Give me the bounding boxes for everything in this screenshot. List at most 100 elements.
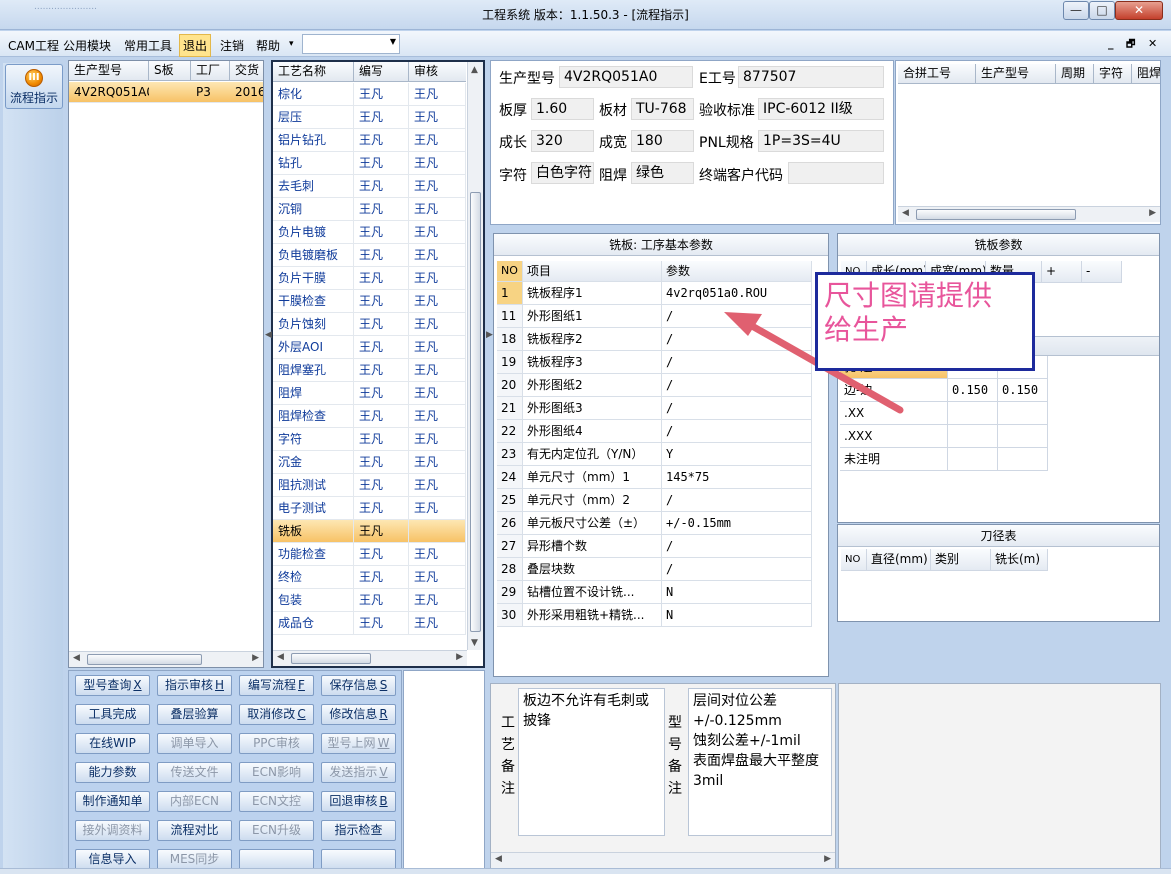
pnl-field[interactable]: 1P=3S=4U xyxy=(758,130,884,152)
param-item[interactable]: 单元尺寸（mm）1 xyxy=(523,466,662,489)
action-button[interactable]: 调单导入 xyxy=(157,733,232,754)
menu-help[interactable]: 帮助 xyxy=(254,36,282,55)
orders-col-factory[interactable]: 工厂 xyxy=(191,61,230,81)
action-button[interactable]: 修改信息 R xyxy=(321,704,396,725)
action-button[interactable]: PPC审核 xyxy=(239,733,314,754)
tol-label[interactable]: 边-边 xyxy=(840,379,948,402)
orders-col-date[interactable]: 交货 xyxy=(230,61,263,81)
param-item[interactable]: 铣板程序2 xyxy=(523,328,662,351)
param-item[interactable]: 单元板尺寸公差（±） xyxy=(523,512,662,535)
mdi-restore-icon[interactable]: 🗗 xyxy=(1126,37,1135,54)
action-button[interactable]: 发送指示 V xyxy=(321,762,396,783)
param-item[interactable]: 外形图纸3 xyxy=(523,397,662,420)
param-value[interactable]: / xyxy=(662,420,812,443)
param-no[interactable]: 28 xyxy=(497,558,523,581)
combine-hscroll[interactable]: ◀ ▶ xyxy=(898,206,1160,222)
steps-row[interactable]: 层压 王凡 王凡 xyxy=(273,106,466,129)
menu-cam[interactable]: CAM工程 xyxy=(6,36,61,55)
param-no[interactable]: 29 xyxy=(497,581,523,604)
steps-hscroll-thumb[interactable] xyxy=(291,653,371,664)
param-value[interactable]: Y xyxy=(662,443,812,466)
tol-value-b[interactable] xyxy=(998,402,1048,425)
param-value[interactable]: N xyxy=(662,604,812,627)
param-item[interactable]: 单元尺寸（mm）2 xyxy=(523,489,662,512)
orders-hscroll-thumb[interactable] xyxy=(87,654,202,665)
param-item[interactable]: 外形图纸2 xyxy=(523,374,662,397)
action-button[interactable]: 保存信息 S xyxy=(321,675,396,696)
steps-row[interactable]: 终检 王凡 王凡 xyxy=(273,566,466,589)
action-button[interactable]: 制作通知单 xyxy=(75,791,150,812)
scroll-right-icon[interactable]: ▶ xyxy=(252,653,259,663)
param-value[interactable]: N xyxy=(662,581,812,604)
action-button[interactable]: ECN文控 xyxy=(239,791,314,812)
e-no-field[interactable]: 877507 xyxy=(738,66,884,88)
steps-row[interactable]: 去毛刺 王凡 王凡 xyxy=(273,175,466,198)
param-no[interactable]: 21 xyxy=(497,397,523,420)
menu-combo[interactable]: ▼ xyxy=(302,34,400,54)
menu-common-modules[interactable]: 公用模块 xyxy=(61,36,113,55)
steps-row[interactable]: 负片蚀刻 王凡 王凡 xyxy=(273,313,466,336)
steps-row[interactable]: 铣板 王凡 xyxy=(273,520,466,543)
param-value[interactable]: / xyxy=(662,351,812,374)
param-no[interactable]: 30 xyxy=(497,604,523,627)
notes-hscroll[interactable]: ◀ ▶ xyxy=(491,852,835,868)
steps-row[interactable]: 沉铜 王凡 王凡 xyxy=(273,198,466,221)
scroll-left-icon[interactable]: ◀ xyxy=(73,653,80,663)
param-no[interactable]: 11 xyxy=(497,305,523,328)
combine-hscroll-thumb[interactable] xyxy=(916,209,1076,220)
minimize-button[interactable]: — xyxy=(1063,1,1089,20)
param-value[interactable]: / xyxy=(662,489,812,512)
splitter-grip-icon[interactable]: ▶ xyxy=(486,330,493,340)
param-no[interactable]: 1 xyxy=(497,282,523,305)
param-item[interactable]: 铣板程序3 xyxy=(523,351,662,374)
tol-label[interactable]: .XX xyxy=(840,402,948,425)
param-item[interactable]: 外形图纸1 xyxy=(523,305,662,328)
material-field[interactable]: TU-768 xyxy=(631,98,694,120)
action-button[interactable]: 传送文件 xyxy=(157,762,232,783)
width-field[interactable]: 180 xyxy=(631,130,694,152)
process-notes-memo[interactable]: 板边不允许有毛刺或披锋 xyxy=(518,688,665,836)
action-button[interactable]: 取消修改 C xyxy=(239,704,314,725)
param-value[interactable]: / xyxy=(662,328,812,351)
param-no[interactable]: 23 xyxy=(497,443,523,466)
tol-label[interactable]: .XXX xyxy=(840,425,948,448)
param-item[interactable]: 异形槽个数 xyxy=(523,535,662,558)
combine-col-no[interactable]: 合拼工号 xyxy=(898,64,976,84)
combine-col-char[interactable]: 字符 xyxy=(1094,64,1132,84)
param-value[interactable]: / xyxy=(662,535,812,558)
scroll-down-icon[interactable]: ▼ xyxy=(471,638,478,648)
param-no[interactable]: 18 xyxy=(497,328,523,351)
steps-row[interactable]: 成品仓 王凡 王凡 xyxy=(273,612,466,635)
param-item[interactable]: 钻槽位置不设计铣... xyxy=(523,581,662,604)
steps-row[interactable]: 包装 王凡 王凡 xyxy=(273,589,466,612)
param-value[interactable]: / xyxy=(662,397,812,420)
tol-value-a[interactable]: 0.150 xyxy=(948,379,998,402)
action-button[interactable]: 流程对比 xyxy=(157,820,232,841)
scroll-up-icon[interactable]: ▲ xyxy=(471,65,478,75)
steps-col-reviewer[interactable]: 审核 xyxy=(409,62,466,82)
steps-hscroll[interactable]: ◀ ▶ xyxy=(273,650,467,666)
action-button[interactable] xyxy=(239,849,314,870)
tol-value-b[interactable]: 0.150 xyxy=(998,379,1048,402)
param-no[interactable]: 22 xyxy=(497,420,523,443)
param-value[interactable]: / xyxy=(662,374,812,397)
combine-col-mask[interactable]: 阻焊 xyxy=(1132,64,1160,84)
param-value[interactable]: 4v2rq051a0.ROU xyxy=(662,282,812,305)
param-no[interactable]: 20 xyxy=(497,374,523,397)
scroll-left-icon[interactable]: ◀ xyxy=(495,854,502,864)
orders-hscroll[interactable]: ◀ ▶ xyxy=(69,651,263,667)
action-button[interactable]: 型号上网 W xyxy=(321,733,396,754)
action-button[interactable] xyxy=(321,849,396,870)
action-button[interactable]: 信息导入 xyxy=(75,849,150,870)
combine-col-cycle[interactable]: 周期 xyxy=(1056,64,1094,84)
action-button[interactable]: 接外调资料 xyxy=(75,820,150,841)
param-item[interactable]: 铣板程序1 xyxy=(523,282,662,305)
menu-logout[interactable]: 注销 xyxy=(218,36,246,55)
param-no[interactable]: 25 xyxy=(497,489,523,512)
flow-indicator-button[interactable]: III 流程指示 xyxy=(5,64,63,109)
steps-vscroll-thumb[interactable] xyxy=(470,192,481,632)
action-button[interactable]: 型号查询 X xyxy=(75,675,150,696)
model-notes-memo[interactable]: 层间对位公差+/-0.125mm 蚀刻公差+/-1mil 表面焊盘最大平整度3m… xyxy=(688,688,832,836)
action-button[interactable]: ECN升级 xyxy=(239,820,314,841)
param-item[interactable]: 有无内定位孔（Y/N） xyxy=(523,443,662,466)
